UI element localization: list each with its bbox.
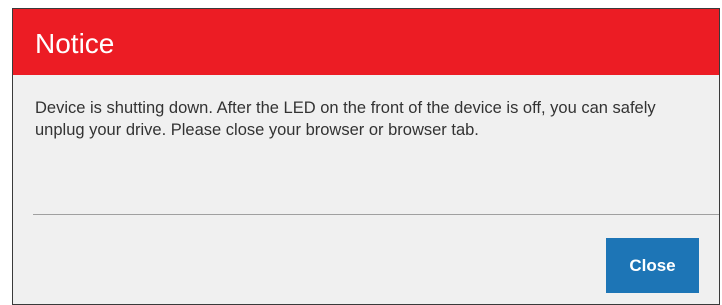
dialog-title: Notice xyxy=(35,28,115,59)
dialog-message: Device is shutting down. After the LED o… xyxy=(35,99,656,139)
dialog-header: Notice xyxy=(13,9,719,75)
notice-dialog: Notice Device is shutting down. After th… xyxy=(12,8,720,305)
close-button[interactable]: Close xyxy=(606,238,699,293)
dialog-divider xyxy=(33,214,719,215)
